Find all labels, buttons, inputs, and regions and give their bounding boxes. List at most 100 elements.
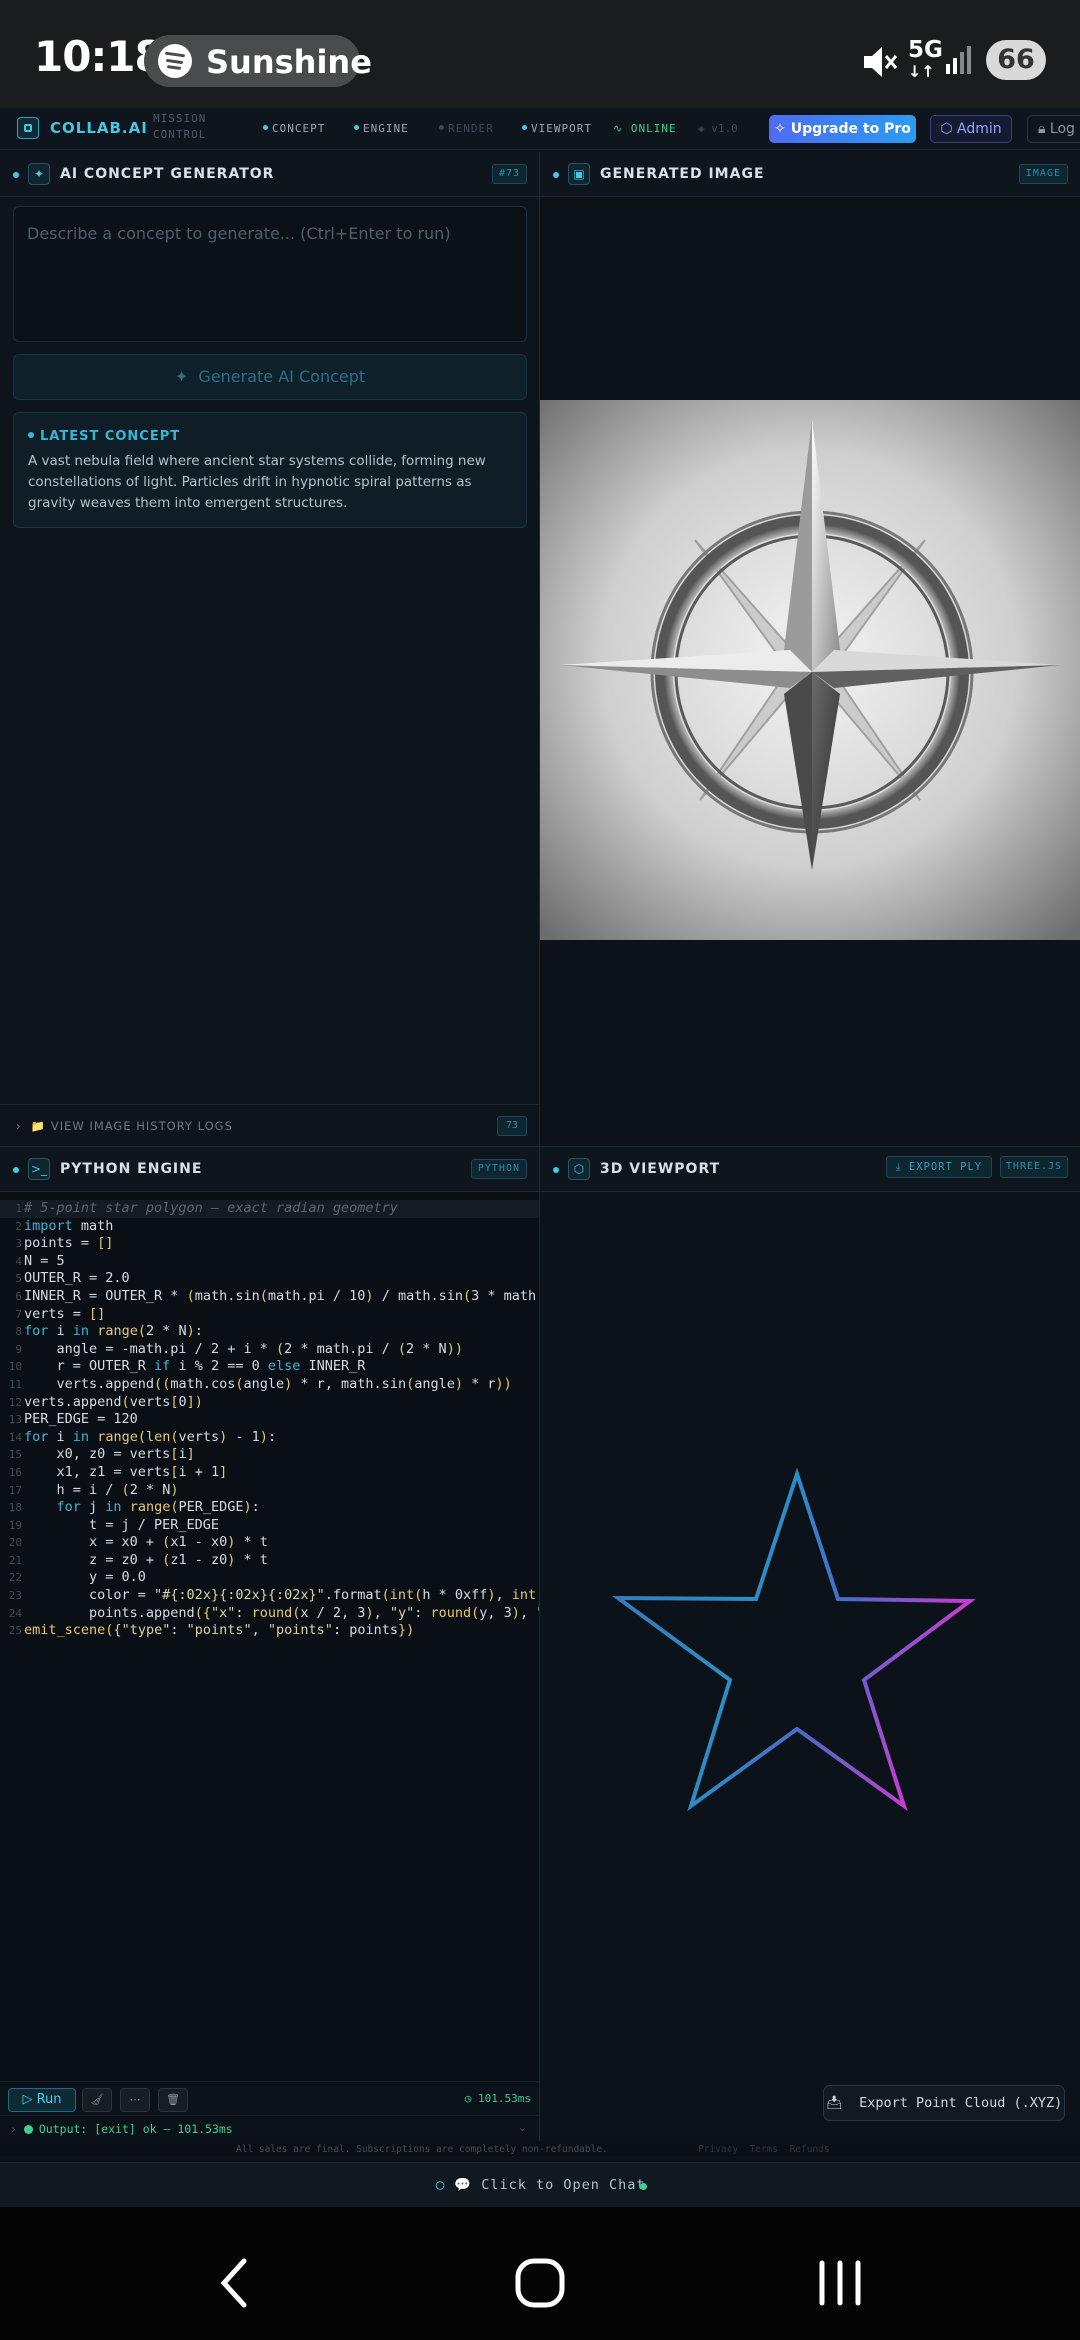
code-editor[interactable]: 1 # 5-point star polygon — exact radian g…: [0, 1200, 539, 2095]
history-label-text: 📁 VIEW IMAGE HISTORY LOGS: [30, 1119, 233, 1133]
code-line: 2 import math: [0, 1218, 539, 1236]
line-number: 19: [8, 1518, 22, 1532]
line-number: 11: [8, 1377, 22, 1391]
line-number: 16: [8, 1465, 22, 1479]
code-text: r = OUTER_R if i % 2 == 0 else INNER_R: [24, 1358, 366, 1375]
media-pill[interactable]: Sunshine: [144, 35, 372, 87]
upgrade-button[interactable]: ✧ Upgrade to Pro: [769, 115, 916, 143]
shield-icon: ⬡: [940, 121, 953, 137]
line-number: 25: [8, 1624, 22, 1638]
version-text: v1.0: [711, 122, 738, 135]
refunds-link[interactable]: Refunds: [790, 2144, 830, 2155]
engine-panel-title: PYTHON ENGINE: [60, 1161, 203, 1177]
latest-concept-heading: LATEST CONCEPT: [28, 429, 180, 444]
brand-name[interactable]: COLLAB.AI: [50, 119, 148, 137]
line-number: 23: [8, 1589, 22, 1603]
nav-render[interactable]: RENDER: [439, 122, 494, 135]
chat-bubble-icon: ◯: [436, 2177, 446, 2193]
chat-online-dot: [640, 2183, 647, 2190]
line-number: 12: [8, 1395, 22, 1409]
concept-count-badge: #73: [491, 164, 527, 184]
star-point-cloud: [611, 1467, 976, 1812]
battery-indicator: 66: [986, 40, 1046, 80]
line-number: 5: [15, 1272, 22, 1286]
generated-star-image[interactable]: [540, 400, 1080, 940]
export-point-cloud-button[interactable]: 📥︎ Export Point Cloud (.XYZ): [823, 2085, 1065, 2121]
code-text: t = j / PER_EDGE: [24, 1516, 220, 1533]
line-number: 4: [15, 1254, 22, 1268]
generate-concept-button[interactable]: ✦ Generate AI Concept: [13, 354, 527, 400]
panel-status-dot: [13, 1167, 19, 1173]
image-badge: IMAGE: [1018, 164, 1068, 184]
success-dot: [23, 2125, 33, 2134]
code-line: 1 # 5-point star polygon — exact radian g…: [0, 1200, 539, 1218]
line-number: 15: [8, 1448, 22, 1462]
code-line: 24 points.append({"x": round(x / 2, 3), …: [0, 1605, 539, 1623]
code-line: 9 angle = -math.pi / 2 + i * (2 * math.p…: [0, 1341, 539, 1359]
network-label: 5G: [908, 37, 943, 63]
nav-concept[interactable]: CONCEPT: [263, 122, 325, 135]
nav-engine[interactable]: ENGINE: [354, 122, 409, 135]
output-bar[interactable]: › Output: [exit] ok — 101.53ms ⌄: [0, 2115, 539, 2141]
run-label: Run: [36, 2092, 62, 2107]
logo-icon: [17, 117, 39, 139]
trash-icon: 🗑︎: [166, 2093, 180, 2106]
export-cloud-label: Export Point Cloud (.XYZ): [859, 2095, 1063, 2111]
concept-prompt-input[interactable]: Describe a concept to generate... (Ctrl+…: [13, 206, 527, 342]
legal-text: All sales are final. Subscriptions are c…: [236, 2144, 608, 2155]
lock-icon: 🔒︎: [1038, 121, 1046, 137]
admin-button[interactable]: ⬡ Admin: [930, 115, 1012, 143]
online-status: ∿ ONLINE: [613, 122, 677, 135]
network-type: 5G ↓↑: [908, 37, 943, 82]
code-line: 14 for i in range(len(verts) - 1):: [0, 1429, 539, 1447]
recents-icon[interactable]: [810, 2253, 870, 2313]
more-button[interactable]: ⋯: [120, 2088, 150, 2112]
line-number: 1: [15, 1202, 22, 1215]
run-time-value: 101.53ms: [478, 2092, 531, 2105]
history-count-badge: 73: [496, 1116, 527, 1136]
legal-links: Privacy Terms Refunds: [698, 2144, 830, 2155]
terminal-icon: >_: [28, 1158, 50, 1180]
line-number: 18: [8, 1501, 22, 1515]
line-number: 9: [15, 1342, 22, 1356]
wand-icon: ✦: [174, 367, 189, 386]
clock-icon: ◷: [464, 2092, 472, 2105]
login-button[interactable]: 🔒︎ Log: [1027, 115, 1080, 143]
clear-button[interactable]: 🧹︎: [82, 2088, 112, 2112]
home-icon[interactable]: [510, 2253, 570, 2313]
line-number: 20: [8, 1536, 22, 1550]
image-panel: ▣ GENERATED IMAGE IMAGE: [540, 152, 1080, 1146]
back-icon[interactable]: [210, 2253, 260, 2313]
image-icon: ▣: [568, 163, 590, 185]
code-text: x1, z1 = verts[i + 1]: [24, 1463, 228, 1480]
signal-icon: [946, 46, 971, 74]
delete-button[interactable]: 🗑︎: [158, 2088, 188, 2112]
prompt-placeholder: Describe a concept to generate... (Ctrl+…: [27, 224, 451, 243]
privacy-link[interactable]: Privacy: [698, 2144, 738, 2155]
system-nav-bar: [0, 2207, 1080, 2340]
viewport-canvas[interactable]: [540, 1192, 1080, 2141]
latest-concept-text: A vast nebula field where ancient star s…: [28, 453, 486, 511]
output-text: Output: [exit] ok — 101.53ms: [38, 2122, 233, 2136]
terms-link[interactable]: Terms: [750, 2144, 779, 2155]
output-status: › Output: [exit] ok — 101.53ms: [10, 2122, 233, 2136]
open-chat-bar[interactable]: ◯ 💬 Click to Open Chat: [0, 2162, 1080, 2207]
line-number: 21: [8, 1553, 22, 1567]
image-panel-header: ▣ GENERATED IMAGE IMAGE: [540, 152, 1080, 197]
run-button[interactable]: ▷ Run: [8, 2088, 76, 2112]
line-number: 13: [8, 1413, 22, 1427]
export-ply-button[interactable]: ⤓ EXPORT PLY: [886, 1156, 992, 1178]
line-number: 17: [8, 1483, 22, 1497]
code-text: color = "#{:02x}{:02x}{:02x}".format(int…: [24, 1587, 539, 1604]
spotify-icon: [158, 44, 192, 78]
history-label: › 📁 VIEW IMAGE HISTORY LOGS: [16, 1119, 233, 1133]
nav-viewport[interactable]: VIEWPORT: [522, 122, 592, 135]
play-icon: ▷: [22, 2092, 33, 2107]
concept-panel-title: AI CONCEPT GENERATOR: [60, 166, 275, 182]
code-text: verts.append((math.cos(angle) * r, math.…: [24, 1375, 512, 1392]
online-label: ONLINE: [630, 122, 677, 135]
legal-footer: All sales are final. Subscriptions are c…: [0, 2142, 1080, 2156]
code-line: 10 r = OUTER_R if i % 2 == 0 else INNER_…: [0, 1358, 539, 1376]
image-history-toggle[interactable]: › 📁 VIEW IMAGE HISTORY LOGS 73: [0, 1104, 539, 1146]
generate-label: Generate AI Concept: [198, 367, 366, 386]
